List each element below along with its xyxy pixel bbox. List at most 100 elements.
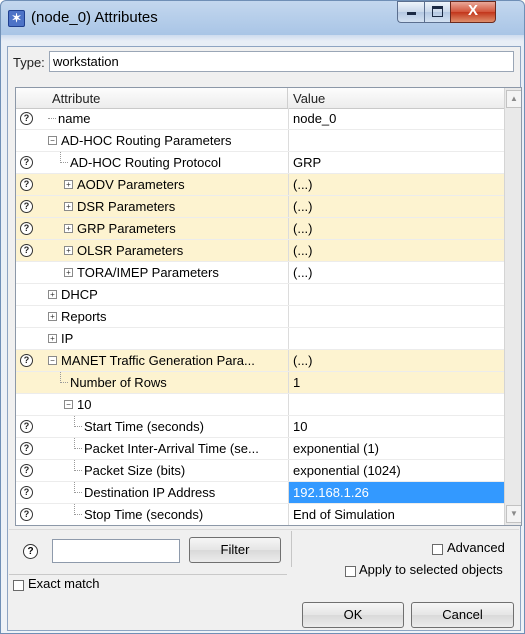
attribute-row[interactable]: ? − MANET Traffic Generation Para... (...) xyxy=(16,350,504,372)
attribute-row[interactable]: Number of Rows 1 xyxy=(16,372,504,394)
attribute-cell[interactable]: Packet Size (bits) xyxy=(36,460,287,481)
value-cell[interactable] xyxy=(288,130,505,151)
attribute-cell[interactable]: + AODV Parameters xyxy=(36,174,287,195)
apply-selected-label[interactable]: Apply to selected objects xyxy=(359,562,503,577)
value-cell[interactable]: (...) xyxy=(288,350,505,371)
help-icon[interactable]: ? xyxy=(23,544,38,559)
value-cell[interactable]: exponential (1024) xyxy=(288,460,505,481)
attribute-row[interactable]: + TORA/IMEP Parameters (...) xyxy=(16,262,504,284)
value-cell[interactable]: exponential (1) xyxy=(288,438,505,459)
value-cell[interactable]: 192.168.1.26 xyxy=(288,482,505,503)
value-cell[interactable]: (...) xyxy=(288,174,505,195)
value-cell[interactable] xyxy=(288,328,505,349)
attribute-row[interactable]: ? + GRP Parameters (...) xyxy=(16,218,504,240)
help-icon[interactable]: ? xyxy=(20,156,33,169)
attribute-row[interactable]: ? Packet Inter-Arrival Time (se... exponen… xyxy=(16,438,504,460)
maximize-button[interactable] xyxy=(424,1,450,23)
attribute-cell[interactable]: + Reports xyxy=(36,306,287,327)
attribute-cell[interactable]: AD-HOC Routing Protocol xyxy=(36,152,287,173)
value-cell[interactable]: (...) xyxy=(288,218,505,239)
value-cell[interactable]: (...) xyxy=(288,196,505,217)
expand-icon[interactable]: + xyxy=(64,224,73,233)
attribute-row[interactable]: ? name node_0 xyxy=(16,108,504,130)
attribute-row[interactable]: ? Stop Time (seconds) End of Simulation xyxy=(16,504,505,525)
attribute-row[interactable]: ? + OLSR Parameters (...) xyxy=(16,240,504,262)
help-icon[interactable]: ? xyxy=(20,244,33,257)
scroll-up-icon[interactable]: ▲ xyxy=(506,90,521,108)
exact-match-checkbox[interactable] xyxy=(13,580,24,591)
help-icon[interactable]: ? xyxy=(20,222,33,235)
attribute-row[interactable]: + DHCP xyxy=(16,284,504,306)
header-separator[interactable] xyxy=(287,88,288,108)
vertical-scrollbar[interactable]: ▲ ▼ xyxy=(504,88,521,525)
attribute-cell[interactable]: Destination IP Address xyxy=(36,482,287,503)
filter-input[interactable] xyxy=(52,539,180,563)
attribute-cell[interactable]: Stop Time (seconds) xyxy=(36,504,287,525)
help-icon[interactable]: ? xyxy=(20,200,33,213)
help-icon[interactable]: ? xyxy=(20,486,33,499)
type-field[interactable]: workstation xyxy=(49,51,514,72)
attribute-row[interactable]: ? Packet Size (bits) exponential (1024) xyxy=(16,460,504,482)
attribute-cell[interactable]: −10 xyxy=(36,394,287,415)
attribute-row[interactable]: + IP xyxy=(16,328,504,350)
expand-icon[interactable]: + xyxy=(48,334,57,343)
attribute-row[interactable]: ? AD-HOC Routing Protocol GRP xyxy=(16,152,504,174)
attribute-cell[interactable]: Number of Rows xyxy=(36,372,287,393)
attribute-cell[interactable]: − AD-HOC Routing Parameters xyxy=(36,130,287,151)
collapse-icon[interactable]: − xyxy=(48,136,57,145)
expand-icon[interactable]: + xyxy=(64,202,73,211)
header-value[interactable]: Value xyxy=(293,91,325,106)
attribute-row[interactable]: − AD-HOC Routing Parameters xyxy=(16,130,504,152)
help-icon[interactable]: ? xyxy=(20,464,33,477)
attribute-row[interactable]: ? + AODV Parameters (...) xyxy=(16,174,504,196)
attribute-row[interactable]: ? Destination IP Address 192.168.1.26 xyxy=(16,482,505,504)
attribute-grid[interactable]: Attribute Value ? name node_0− AD-HOC Routi… xyxy=(15,87,522,526)
expand-icon[interactable]: + xyxy=(64,180,73,189)
minimize-button[interactable] xyxy=(397,1,424,23)
cancel-button[interactable]: Cancel xyxy=(411,602,514,628)
header-attribute[interactable]: Attribute xyxy=(52,91,100,106)
advanced-label[interactable]: Advanced xyxy=(447,540,505,555)
help-icon[interactable]: ? xyxy=(20,112,33,125)
attribute-row[interactable]: −10 xyxy=(16,394,504,416)
collapse-icon[interactable]: − xyxy=(64,400,73,409)
attribute-cell[interactable]: + DSR Parameters xyxy=(36,196,287,217)
collapse-icon[interactable]: − xyxy=(48,356,57,365)
value-cell[interactable]: (...) xyxy=(288,262,505,283)
ok-button[interactable]: OK xyxy=(302,602,404,628)
advanced-checkbox[interactable] xyxy=(432,544,443,555)
title-bar[interactable]: ✶ (node_0) Attributes X xyxy=(1,1,524,35)
value-cell[interactable] xyxy=(288,284,505,305)
expand-icon[interactable]: + xyxy=(64,268,73,277)
value-cell[interactable] xyxy=(288,306,505,327)
help-icon[interactable]: ? xyxy=(20,178,33,191)
attribute-cell[interactable]: + GRP Parameters xyxy=(36,218,287,239)
value-cell[interactable]: (...) xyxy=(288,240,505,261)
close-button[interactable]: X xyxy=(450,1,496,23)
attribute-cell[interactable]: Start Time (seconds) xyxy=(36,416,287,437)
attribute-cell[interactable]: Packet Inter-Arrival Time (se... xyxy=(36,438,287,459)
attribute-row[interactable]: ? + DSR Parameters (...) xyxy=(16,196,504,218)
attribute-cell[interactable]: + TORA/IMEP Parameters xyxy=(36,262,287,283)
value-cell[interactable] xyxy=(288,394,505,415)
filter-button[interactable]: Filter xyxy=(189,537,281,563)
expand-icon[interactable]: + xyxy=(48,290,57,299)
value-cell[interactable]: GRP xyxy=(288,152,505,173)
attribute-cell[interactable]: − MANET Traffic Generation Para... xyxy=(36,350,287,371)
scroll-down-icon[interactable]: ▼ xyxy=(506,505,521,523)
attribute-row[interactable]: + Reports xyxy=(16,306,504,328)
value-cell[interactable]: node_0 xyxy=(288,108,505,129)
apply-selected-checkbox[interactable] xyxy=(345,566,356,577)
value-cell[interactable]: End of Simulation xyxy=(288,504,505,525)
attribute-cell[interactable]: name xyxy=(36,108,287,129)
help-icon[interactable]: ? xyxy=(20,442,33,455)
expand-icon[interactable]: + xyxy=(64,246,73,255)
help-icon[interactable]: ? xyxy=(20,508,33,521)
attribute-cell[interactable]: + DHCP xyxy=(36,284,287,305)
attribute-cell[interactable]: + OLSR Parameters xyxy=(36,240,287,261)
attribute-row[interactable]: ? Start Time (seconds) 10 xyxy=(16,416,504,438)
help-icon[interactable]: ? xyxy=(20,354,33,367)
help-icon[interactable]: ? xyxy=(20,420,33,433)
attribute-cell[interactable]: + IP xyxy=(36,328,287,349)
value-cell[interactable]: 1 xyxy=(288,372,505,393)
